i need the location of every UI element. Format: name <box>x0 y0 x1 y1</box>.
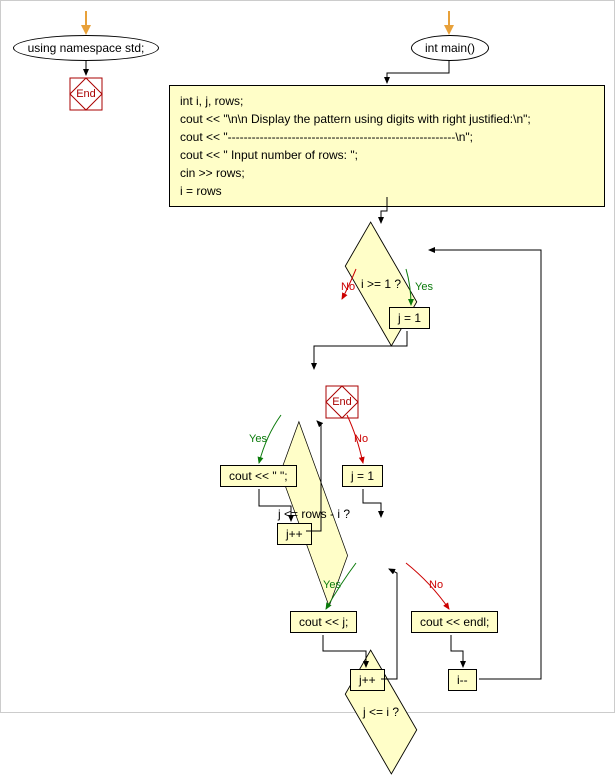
code-line: cout << "-------------------------------… <box>180 128 594 146</box>
node-j-eq-1-second: j = 1 <box>342 465 383 487</box>
node-j-inc-second: j++ <box>350 669 385 691</box>
node-i-dec: i-- <box>448 669 477 691</box>
node-cout-space: cout << " "; <box>220 465 297 487</box>
node-cout-endl: cout << endl; <box>411 611 498 633</box>
node-cout-j: cout << j; <box>290 611 357 633</box>
node-label: j <= rows - i ? <box>278 507 350 521</box>
edge-label-no: No <box>429 579 443 591</box>
node-label: j = 1 <box>398 311 421 325</box>
node-j-eq-1-first: j = 1 <box>389 307 430 329</box>
edge-label-yes: Yes <box>415 281 433 293</box>
entry-arrow-icon <box>441 11 457 35</box>
code-line: cout << " Input number of rows: "; <box>180 146 594 164</box>
node-label: j++ <box>286 527 303 541</box>
edge-label-no: No <box>354 433 368 445</box>
code-line: int i, j, rows; <box>180 92 594 110</box>
node-label: cout << j; <box>299 615 348 629</box>
edge-label-no: No <box>341 281 355 293</box>
code-line: i = rows <box>180 182 594 200</box>
node-init-block: int i, j, rows; cout << "\n\n Display th… <box>169 85 605 207</box>
node-label: j = 1 <box>351 469 374 483</box>
node-label: cout << endl; <box>420 615 489 629</box>
node-end-left: End <box>69 77 103 111</box>
code-line: cout << "\n\n Display the pattern using … <box>180 110 594 128</box>
node-label: j++ <box>359 673 376 687</box>
edge-label-yes: Yes <box>249 433 267 445</box>
node-label: using namespace std; <box>28 41 145 55</box>
node-j-inc-first: j++ <box>277 523 312 545</box>
node-label: i >= 1 ? <box>361 277 401 291</box>
node-int-main: int main() <box>411 35 489 61</box>
entry-arrow-icon <box>78 11 94 35</box>
node-decision-j-le-rows-minus-i: j <= rows - i ? <box>249 489 379 539</box>
node-label: cout << " "; <box>229 469 288 483</box>
node-decision-j-le-i: j <= i ? <box>336 687 426 737</box>
code-line: cin >> rows; <box>180 164 594 182</box>
node-label: i-- <box>457 673 468 687</box>
node-end-main: End <box>325 385 359 419</box>
end-label: End <box>76 88 96 100</box>
node-using-namespace: using namespace std; <box>13 35 159 61</box>
node-label: int main() <box>425 41 475 55</box>
edge-label-yes: Yes <box>323 579 341 591</box>
node-label: j <= i ? <box>363 705 399 719</box>
end-label: End <box>332 396 352 408</box>
